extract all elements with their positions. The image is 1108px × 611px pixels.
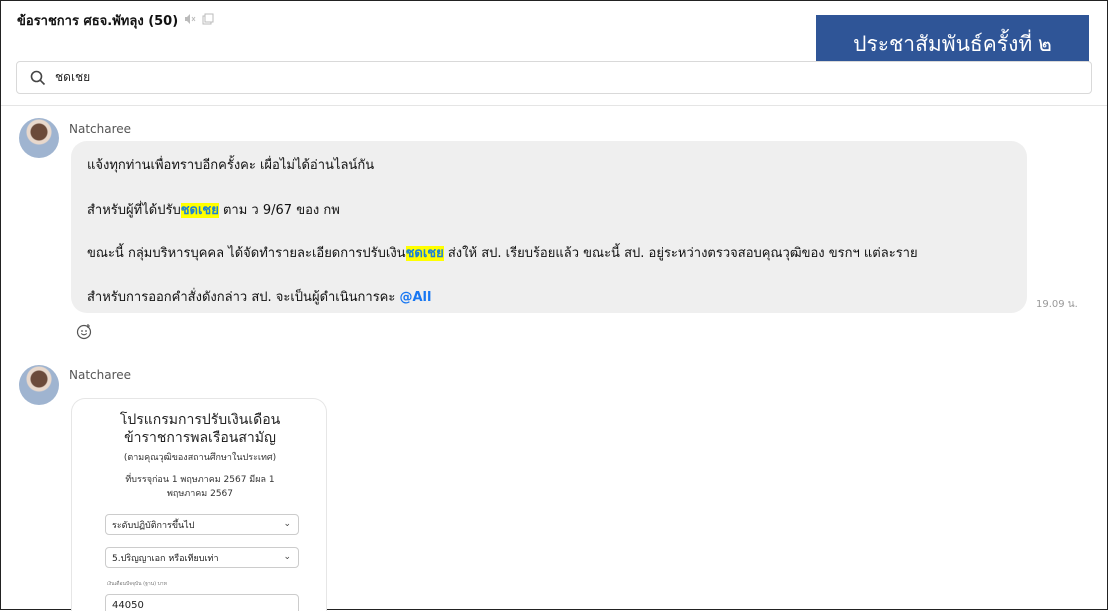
- chat-title-text: ข้อราชการ ศธจ.พัทลุง (50): [17, 14, 179, 29]
- degree-select-value: 5.ปริญญาเอก หรือเทียบเท่า: [112, 553, 219, 564]
- image-attachment[interactable]: โปรแกรมการปรับเงินเดือน ข้าราชการพลเรือน…: [71, 398, 327, 611]
- sender-name: Natcharee: [69, 122, 132, 136]
- avatar[interactable]: [19, 118, 59, 158]
- chat-title[interactable]: ข้อราชการ ศธจ.พัทลุง (50): [17, 10, 214, 31]
- card-subtitle: ที่บรรจุก่อน 1 พฤษภาคม 2567 มีผล 1: [125, 475, 275, 485]
- chevron-down-icon: ⌄: [283, 552, 291, 562]
- search-input[interactable]: ชดเชย: [55, 68, 90, 87]
- speaker-muted-icon[interactable]: [184, 13, 196, 28]
- salary-input-label: เงินเดือนปัจจุบัน (ฐาน) บาท: [107, 581, 167, 587]
- degree-select[interactable]: 5.ปริญญาเอก หรือเทียบเท่า ⌄: [105, 547, 299, 568]
- card-subtitle: พฤษภาคม 2567: [166, 489, 234, 499]
- chevron-down-icon: ⌄: [283, 519, 291, 529]
- level-select[interactable]: ระดับปฏิบัติการขึ้นไป ⌄: [105, 514, 299, 535]
- sender-name: Natcharee: [69, 368, 132, 382]
- search-icon: [30, 70, 46, 85]
- card-subtitle: (ตามคุณวุฒิของสถานศึกษาในประเทศ): [123, 453, 277, 463]
- popout-icon[interactable]: [202, 13, 214, 28]
- message-line: ขณะนี้ กลุ่มบริหารบุคคล ได้จัดทำรายละเอี…: [87, 246, 918, 261]
- mention-all[interactable]: @All: [400, 290, 432, 305]
- search-highlight: ชดเชย: [180, 203, 219, 218]
- search-bar[interactable]: ชดเชย: [16, 61, 1092, 94]
- message-line: แจ้งทุกท่านเพื่อทราบอีกครั้งคะ เผื่อไม่ไ…: [87, 158, 375, 173]
- message-line: สำหรับผู้ที่ได้ปรับชดเชย ตาม ว 9/67 ของ …: [87, 203, 340, 218]
- message-time: 19.09 น.: [1036, 299, 1078, 310]
- salary-input[interactable]: 44050: [105, 594, 299, 611]
- search-highlight: ชดเชย: [405, 246, 444, 261]
- message-bubble[interactable]: แจ้งทุกท่านเพื่อทราบอีกครั้งคะ เผื่อไม่ไ…: [71, 141, 1027, 313]
- level-select-value: ระดับปฏิบัติการขึ้นไป: [112, 520, 195, 531]
- add-reaction-icon[interactable]: [75, 322, 93, 340]
- divider: [1, 105, 1107, 106]
- message-line: สำหรับการออกคำสั่งดังกล่าว สป. จะเป็นผู้…: [87, 290, 432, 305]
- card-title: ข้าราชการพลเรือนสามัญ: [124, 430, 276, 446]
- avatar[interactable]: [19, 365, 59, 405]
